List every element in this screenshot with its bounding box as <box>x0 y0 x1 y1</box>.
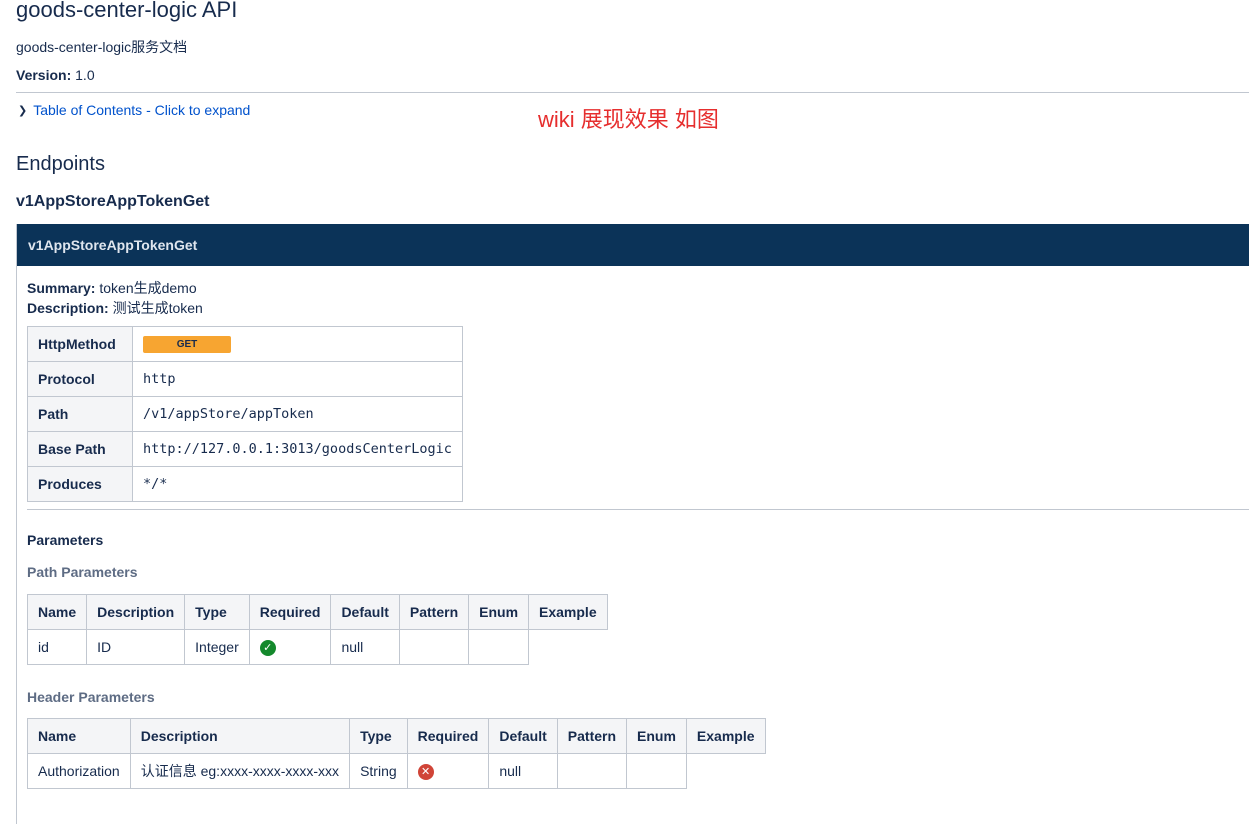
param-type: String <box>349 753 408 789</box>
param-enum <box>468 629 530 665</box>
info-key: Base Path <box>27 431 133 467</box>
chevron-right-icon: ❯ <box>18 104 28 117</box>
column-header: Type <box>349 718 408 754</box>
summary-value: token生成demo <box>99 280 197 296</box>
info-row-produces: Produces */* <box>27 466 463 502</box>
info-key: Path <box>27 396 133 432</box>
param-default: null <box>488 753 558 789</box>
info-value: GET <box>132 326 463 362</box>
column-header: Required <box>248 594 332 630</box>
endpoint-panel-header: v1AppStoreAppTokenGet <box>17 224 1249 266</box>
column-header: Example <box>528 594 608 630</box>
path-parameters-table: Name Description Type Required Default P… <box>26 594 608 665</box>
version-label: Version: <box>16 67 72 83</box>
column-header: Description <box>86 594 186 630</box>
page-subtitle: goods-center-logic服务文档 <box>16 39 188 55</box>
divider <box>16 92 1249 93</box>
annotation-text: wiki 展现效果 如图 <box>538 107 719 132</box>
column-header: Enum <box>468 594 530 630</box>
table-header-row: Name Description Type Required Default P… <box>27 718 766 754</box>
column-header: Name <box>26 594 88 630</box>
param-type: Integer <box>184 629 250 665</box>
http-method-badge: GET <box>143 336 231 353</box>
summary-label: Summary: <box>27 280 96 296</box>
column-header: Default <box>330 594 400 630</box>
info-row-protocol: Protocol http <box>27 361 463 397</box>
description-label: Description: <box>27 300 109 316</box>
param-pattern <box>398 629 470 665</box>
toc-link-label[interactable]: Table of Contents - Click to expand <box>33 102 250 118</box>
info-value: http://127.0.0.1:3013/goodsCenterLogic <box>132 431 463 467</box>
param-name: id <box>26 629 88 665</box>
parameters-heading: Parameters <box>27 532 104 548</box>
toc-expand-link[interactable]: ❯ Table of Contents - Click to expand <box>18 102 250 118</box>
header-parameters-heading: Header Parameters <box>27 689 155 705</box>
table-row: id ID Integer ✓ null <box>26 629 608 665</box>
column-header: Name <box>27 718 131 754</box>
info-key: Produces <box>27 466 133 502</box>
column-header: Example <box>685 718 766 754</box>
endpoint-info-table: HttpMethod GET Protocol http Path /v1/ap… <box>27 326 463 502</box>
table-header-row: Name Description Type Required Default P… <box>26 594 608 630</box>
path-parameters-heading: Path Parameters <box>27 564 138 580</box>
endpoints-heading: Endpoints <box>16 153 105 175</box>
info-value: /v1/appStore/appToken <box>132 396 463 432</box>
column-header: Description <box>129 718 351 754</box>
table-row: Authorization 认证信息 eg:xxxx-xxxx-xxxx-xxx… <box>27 753 766 789</box>
check-circle-icon: ✓ <box>259 639 276 656</box>
param-pattern <box>556 753 628 789</box>
divider <box>27 509 1249 510</box>
summary-line: Summary: token生成demo <box>27 278 197 298</box>
column-header: Pattern <box>556 718 628 754</box>
info-value: */* <box>132 466 463 502</box>
info-row-path: Path /v1/appStore/appToken <box>27 396 463 432</box>
param-required: ✓ <box>248 629 332 665</box>
info-value: http <box>132 361 463 397</box>
info-key: HttpMethod <box>27 326 133 362</box>
column-header: Required <box>406 718 490 754</box>
x-circle-icon: ✕ <box>417 763 434 780</box>
page-title: goods-center-logic API <box>16 0 238 22</box>
version-value: 1.0 <box>75 67 95 83</box>
param-required: ✕ <box>406 753 490 789</box>
column-header: Pattern <box>398 594 470 630</box>
column-header: Enum <box>626 718 687 754</box>
header-parameters-table: Name Description Type Required Default P… <box>27 718 766 789</box>
info-row-base-path: Base Path http://127.0.0.1:3013/goodsCen… <box>27 431 463 467</box>
param-example <box>686 754 765 789</box>
column-header: Type <box>184 594 250 630</box>
column-header: Default <box>488 718 558 754</box>
info-key: Protocol <box>27 361 133 397</box>
param-default: null <box>330 629 400 665</box>
param-name: Authorization <box>27 753 131 789</box>
param-example <box>529 630 608 665</box>
description-value: 测试生成token <box>112 300 203 316</box>
info-row-httpmethod: HttpMethod GET <box>27 326 463 362</box>
param-description: 认证信息 eg:xxxx-xxxx-xxxx-xxx <box>129 753 351 789</box>
param-description: ID <box>86 629 186 665</box>
description-line: Description: 测试生成token <box>27 298 203 318</box>
version-line: Version: 1.0 <box>16 67 95 83</box>
endpoint-name: v1AppStoreAppTokenGet <box>16 193 210 210</box>
param-enum <box>626 753 687 789</box>
